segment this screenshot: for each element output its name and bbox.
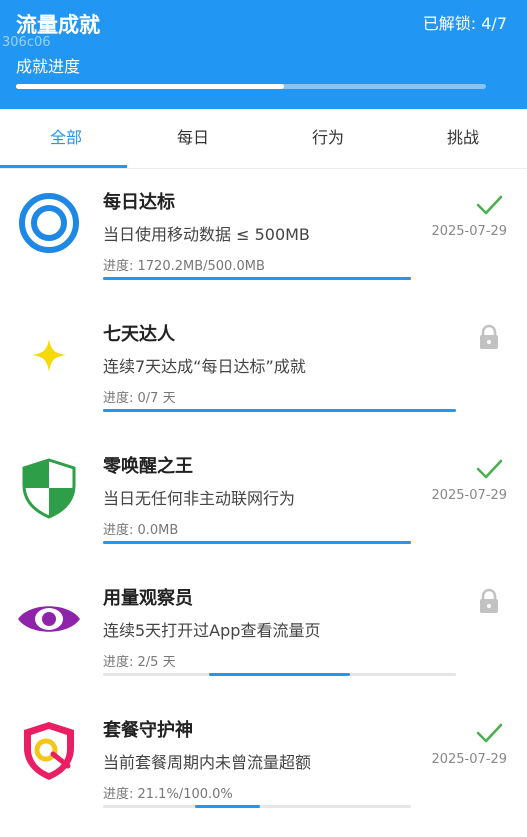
achievement-card-seven-days[interactable]: 七天达人 连续7天达成“每日达标”成就 进度: 0/7 天 <box>0 302 527 434</box>
achievement-title: 每日达标 <box>103 192 175 213</box>
achievement-progress-text: 进度: 21.1%/100.0% <box>103 787 233 802</box>
tab-all[interactable]: 全部 <box>0 109 132 169</box>
achievement-progress-bar <box>103 409 456 412</box>
unlocked-count: 已解锁: 4/7 <box>422 14 507 33</box>
eye-icon <box>16 586 82 652</box>
achievement-progress-text: 进度: 2/5 天 <box>103 655 176 670</box>
achievement-desc: 连续7天达成“每日达标”成就 <box>103 357 306 376</box>
unlock-date: 2025-07-29 <box>431 488 507 503</box>
achievement-title: 零唤醒之王 <box>103 456 193 477</box>
achievement-title: 用量观察员 <box>103 588 193 609</box>
achievement-progress-bar <box>103 541 411 544</box>
achievement-progress-fill <box>208 673 351 676</box>
check-icon <box>474 454 504 484</box>
header: 流量成就 已解锁: 4/7 306c06 成就进度 <box>0 0 527 109</box>
shield-icon <box>16 454 82 520</box>
overall-progress-bar <box>16 84 486 89</box>
achievement-desc: 连续5天打开过App查看流量页 <box>103 621 321 640</box>
target-rings-icon <box>16 190 82 256</box>
tab-behavior[interactable]: 行为 <box>262 109 394 169</box>
unlock-date: 2025-07-29 <box>431 224 507 239</box>
overall-progress-label: 成就进度 <box>16 57 81 76</box>
achievement-card-daily-target[interactable]: 每日达标 当日使用移动数据 ≤ 500MB 进度: 1720.2MB/500.0… <box>0 170 527 302</box>
tab-bar: 全部 每日 行为 挑战 <box>0 109 527 169</box>
achievement-card-usage-observer[interactable]: 用量观察员 连续5天打开过App查看流量页 进度: 2/5 天 <box>0 566 527 698</box>
achievement-progress-fill <box>103 277 411 280</box>
achievement-desc: 当日无任何非主动联网行为 <box>103 489 296 508</box>
achievement-desc: 当前套餐周期内未曾流量超额 <box>103 753 312 772</box>
tab-indicator <box>0 165 127 168</box>
achievement-title: 七天达人 <box>103 324 175 345</box>
unlock-date: 2025-07-29 <box>431 752 507 767</box>
achievement-progress-bar <box>103 805 411 808</box>
sparkle-star-icon <box>16 322 82 388</box>
achievement-progress-text: 进度: 1720.2MB/500.0MB <box>103 259 265 274</box>
achievement-progress-bar <box>103 673 456 676</box>
achievement-progress-bar <box>103 277 411 280</box>
tab-challenge[interactable]: 挑战 <box>397 109 527 169</box>
check-icon <box>474 718 504 748</box>
header-tag: 306c06 <box>2 35 51 50</box>
achievement-progress-text: 进度: 0/7 天 <box>103 391 176 406</box>
overall-progress-fill <box>16 84 285 89</box>
lock-icon <box>474 586 504 616</box>
achievement-card-plan-guardian[interactable]: 套餐守护神 当前套餐周期内未曾流量超额 进度: 21.1%/100.0% 202… <box>0 698 527 830</box>
achievement-progress-fill <box>103 409 456 412</box>
lock-icon <box>474 322 504 352</box>
achievement-progress-text: 进度: 0.0MB <box>103 523 179 538</box>
achievement-desc: 当日使用移动数据 ≤ 500MB <box>103 225 310 244</box>
guard-shield-icon <box>16 718 82 784</box>
check-icon <box>474 190 504 220</box>
achievement-card-zero-wakeup[interactable]: 零唤醒之王 当日无任何非主动联网行为 进度: 0.0MB 2025-07-29 <box>0 434 527 566</box>
tab-daily[interactable]: 每日 <box>127 109 259 169</box>
achievement-title: 套餐守护神 <box>103 720 193 741</box>
achievement-progress-fill <box>103 541 411 544</box>
achievement-progress-fill <box>195 805 261 808</box>
